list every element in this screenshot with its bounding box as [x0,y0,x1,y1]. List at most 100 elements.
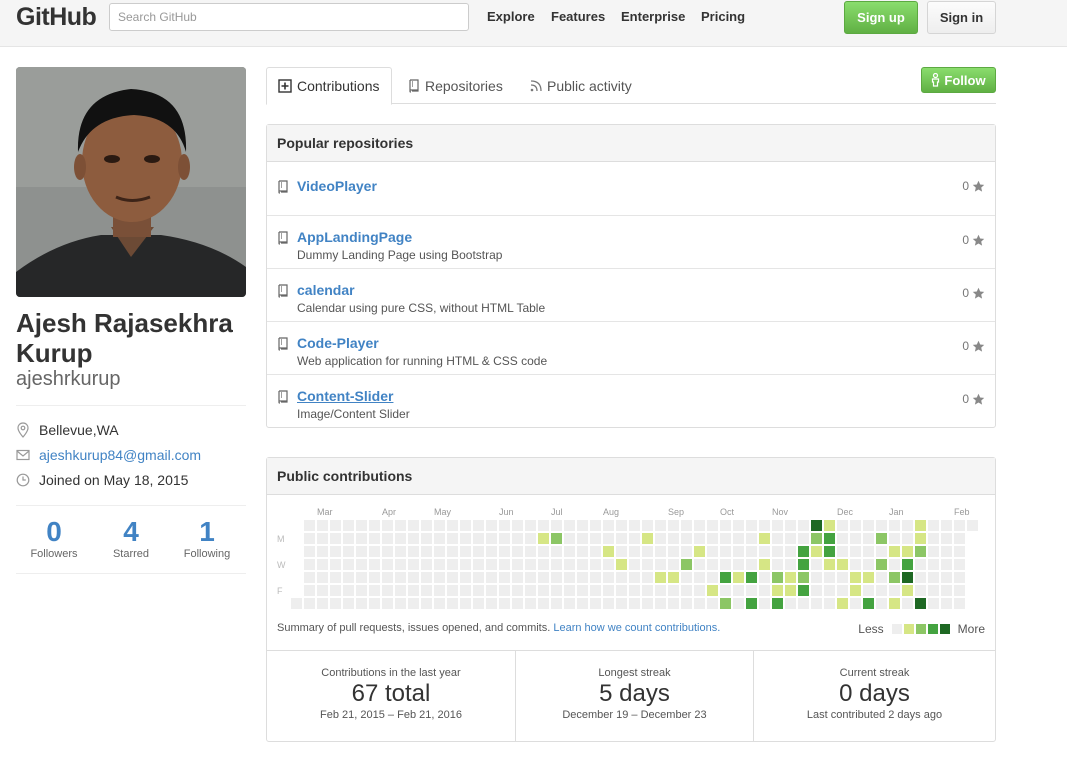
calendar-day[interactable] [733,572,744,583]
calendar-day[interactable] [863,598,874,609]
calendar-day[interactable] [434,533,445,544]
calendar-day[interactable] [811,559,822,570]
calendar-day[interactable] [707,533,718,544]
tab-repositories[interactable]: Repositories [408,67,503,104]
calendar-day[interactable] [434,546,445,557]
repo-name-link[interactable]: Code-Player [297,335,379,351]
calendar-day[interactable] [616,572,627,583]
calendar-day[interactable] [785,533,796,544]
calendar-day[interactable] [707,520,718,531]
calendar-day[interactable] [798,572,809,583]
calendar-day[interactable] [538,572,549,583]
calendar-day[interactable] [395,546,406,557]
calendar-day[interactable] [577,520,588,531]
calendar-day[interactable] [590,559,601,570]
calendar-day[interactable] [304,533,315,544]
calendar-day[interactable] [668,559,679,570]
calendar-day[interactable] [577,585,588,596]
calendar-day[interactable] [889,572,900,583]
calendar-day[interactable] [447,533,458,544]
calendar-day[interactable] [603,559,614,570]
calendar-day[interactable] [928,546,939,557]
calendar-day[interactable] [629,572,640,583]
calendar-day[interactable] [915,585,926,596]
calendar-day[interactable] [486,559,497,570]
calendar-day[interactable] [941,533,952,544]
calendar-day[interactable] [421,598,432,609]
calendar-day[interactable] [655,572,666,583]
calendar-day[interactable] [460,520,471,531]
calendar-day[interactable] [395,559,406,570]
calendar-day[interactable] [525,546,536,557]
calendar-day[interactable] [343,559,354,570]
calendar-day[interactable] [629,559,640,570]
calendar-day[interactable] [811,520,822,531]
calendar-day[interactable] [733,598,744,609]
calendar-day[interactable] [798,559,809,570]
calendar-day[interactable] [577,572,588,583]
calendar-day[interactable] [512,520,523,531]
calendar-day[interactable] [681,585,692,596]
calendar-day[interactable] [616,520,627,531]
calendar-day[interactable] [772,546,783,557]
calendar-day[interactable] [525,520,536,531]
calendar-day[interactable] [707,572,718,583]
calendar-day[interactable] [616,546,627,557]
learn-contributions-link[interactable]: Learn how we count contributions. [553,622,720,634]
calendar-day[interactable] [499,559,510,570]
calendar-day[interactable] [421,572,432,583]
calendar-day[interactable] [382,533,393,544]
calendar-day[interactable] [408,598,419,609]
calendar-day[interactable] [772,572,783,583]
calendar-day[interactable] [525,598,536,609]
calendar-day[interactable] [460,559,471,570]
nav-features[interactable]: Features [551,9,605,24]
calendar-day[interactable] [759,559,770,570]
repo-stargazers[interactable]: 0 [962,179,985,193]
calendar-day[interactable] [941,585,952,596]
calendar-day[interactable] [538,585,549,596]
calendar-day[interactable] [850,559,861,570]
calendar-day[interactable] [824,546,835,557]
calendar-day[interactable] [473,546,484,557]
calendar-day[interactable] [811,598,822,609]
calendar-day[interactable] [512,598,523,609]
calendar-day[interactable] [681,520,692,531]
calendar-day[interactable] [486,533,497,544]
calendar-day[interactable] [863,533,874,544]
calendar-day[interactable] [499,598,510,609]
calendar-day[interactable] [876,546,887,557]
calendar-day[interactable] [902,546,913,557]
calendar-day[interactable] [473,533,484,544]
repo-list-item[interactable]: Code-Player Web application for running H… [267,321,995,374]
calendar-day[interactable] [889,520,900,531]
calendar-day[interactable] [655,598,666,609]
github-logo[interactable]: GitHub [16,3,97,32]
calendar-day[interactable] [655,559,666,570]
calendar-day[interactable] [304,559,315,570]
calendar-day[interactable] [564,559,575,570]
calendar-day[interactable] [473,598,484,609]
calendar-day[interactable] [772,559,783,570]
calendar-day[interactable] [564,533,575,544]
calendar-day[interactable] [486,598,497,609]
calendar-day[interactable] [343,585,354,596]
calendar-day[interactable] [564,572,575,583]
calendar-day[interactable] [460,572,471,583]
calendar-day[interactable] [954,559,965,570]
calendar-day[interactable] [486,546,497,557]
calendar-day[interactable] [590,598,601,609]
calendar-day[interactable] [720,572,731,583]
calendar-day[interactable] [564,520,575,531]
calendar-day[interactable] [330,520,341,531]
calendar-day[interactable] [590,520,601,531]
calendar-day[interactable] [681,559,692,570]
calendar-day[interactable] [590,546,601,557]
calendar-day[interactable] [603,572,614,583]
calendar-day[interactable] [577,533,588,544]
calendar-day[interactable] [486,520,497,531]
calendar-day[interactable] [395,520,406,531]
calendar-day[interactable] [551,533,562,544]
calendar-day[interactable] [525,559,536,570]
repo-name-link[interactable]: AppLandingPage [297,229,412,245]
